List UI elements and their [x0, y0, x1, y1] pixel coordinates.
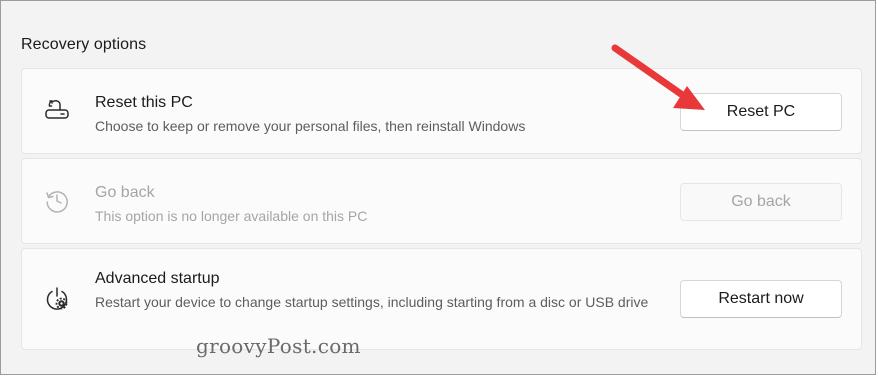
section-title: Recovery options — [21, 36, 147, 53]
history-icon — [46, 191, 68, 213]
restart-now-button[interactable]: Restart now — [680, 280, 842, 318]
go-back-button: Go back — [680, 183, 842, 221]
go-back-card: Go back This option is no longer availab… — [21, 158, 862, 244]
advanced-startup-title: Advanced startup — [95, 270, 220, 287]
watermark: groovyPost.com — [196, 334, 361, 358]
reset-this-pc-title: Reset this PC — [95, 94, 193, 111]
reset-this-pc-description: Choose to keep or remove your personal f… — [95, 118, 526, 134]
annotation-arrow-icon — [611, 44, 705, 110]
advanced-startup-icon — [46, 287, 68, 310]
go-back-description: This option is no longer available on th… — [95, 208, 368, 224]
advanced-startup-description: Restart your device to change startup se… — [95, 294, 649, 310]
advanced-startup-card: Advanced startup Restart your device to … — [21, 248, 862, 350]
go-back-title: Go back — [95, 184, 155, 201]
reset-this-pc-card: Reset this PC Choose to keep or remove y… — [21, 68, 862, 154]
reset-pc-icon — [45, 100, 69, 119]
recovery-settings-panel: Recovery options Reset this PC Choose to… — [0, 0, 876, 375]
